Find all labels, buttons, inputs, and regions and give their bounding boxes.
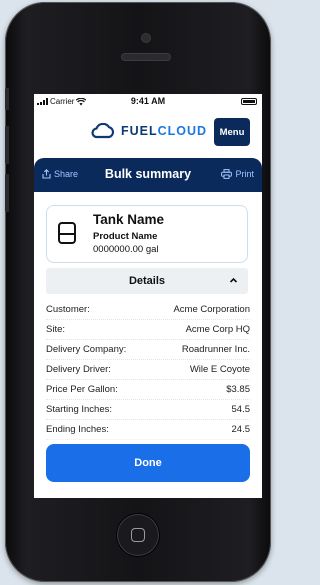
detail-label: Starting Inches:: [46, 404, 113, 415]
tank-volume: 0000000.00 gal: [93, 244, 159, 255]
tank-card: Tank Name Product Name 0000000.00 gal: [46, 205, 248, 263]
detail-label: Delivery Driver:: [46, 364, 111, 375]
brand-wordmark-cloud: CLOUD: [157, 124, 208, 138]
home-square-icon: [131, 528, 145, 542]
app-screen: Carrier 9:41 AM FUELCLOUD Menu Share Bul…: [34, 94, 262, 498]
printer-icon: [221, 169, 233, 179]
details-list: Customer: Acme Corporation Site: Acme Co…: [46, 300, 250, 440]
front-camera: [142, 34, 150, 42]
detail-row-starting-inches: Starting Inches: 54.5: [46, 400, 250, 420]
print-button[interactable]: Print: [221, 169, 254, 179]
brand-wordmark-fuel: FUEL: [121, 124, 158, 138]
brand-wordmark: FUELCLOUD: [121, 124, 207, 138]
app-header: FUELCLOUD Menu: [34, 114, 262, 150]
brand-logo: FUELCLOUD: [89, 123, 207, 139]
detail-value: Acme Corp HQ: [185, 324, 250, 335]
cloud-logo-icon: [91, 123, 115, 139]
detail-label: Delivery Company:: [46, 344, 127, 355]
detail-label: Site:: [46, 324, 66, 335]
summary-toolbar: Share Bulk summary Print: [34, 158, 262, 192]
detail-row-delivery-company: Delivery Company: Roadrunner Inc.: [46, 340, 250, 360]
tank-icon: [58, 222, 76, 244]
detail-value: Wile E Coyote: [189, 364, 250, 375]
print-label: Print: [235, 169, 254, 179]
detail-value: 54.5: [231, 404, 251, 415]
details-accordion-toggle[interactable]: Details: [46, 268, 248, 294]
menu-button[interactable]: Menu: [214, 118, 250, 146]
done-button[interactable]: Done: [46, 444, 250, 482]
battery-icon: [241, 98, 257, 105]
detail-row-customer: Customer: Acme Corporation: [46, 300, 250, 320]
detail-row-delivery-driver: Delivery Driver: Wile E Coyote: [46, 360, 250, 380]
clock: 9:41 AM: [130, 96, 166, 106]
home-button[interactable]: [117, 514, 159, 556]
detail-value: Roadrunner Inc.: [181, 344, 250, 355]
status-bar: Carrier 9:41 AM: [34, 94, 262, 110]
volume-up-button: [5, 126, 9, 164]
detail-row-site: Site: Acme Corp HQ: [46, 320, 250, 340]
earpiece-speaker: [122, 54, 170, 60]
detail-value: Acme Corporation: [173, 304, 250, 315]
tank-name: Tank Name: [93, 212, 165, 227]
detail-row-price-per-gallon: Price Per Gallon: $3.85: [46, 380, 250, 400]
mute-switch: [5, 88, 9, 110]
details-label: Details: [128, 275, 166, 287]
phone-frame: Carrier 9:41 AM FUELCLOUD Menu Share Bul…: [5, 2, 271, 582]
volume-down-button: [5, 174, 9, 212]
detail-label: Price Per Gallon:: [46, 384, 118, 395]
product-name: Product Name: [93, 231, 158, 242]
chevron-up-icon: [229, 277, 238, 283]
detail-label: Customer:: [46, 304, 90, 315]
detail-value: $3.85: [226, 384, 250, 395]
